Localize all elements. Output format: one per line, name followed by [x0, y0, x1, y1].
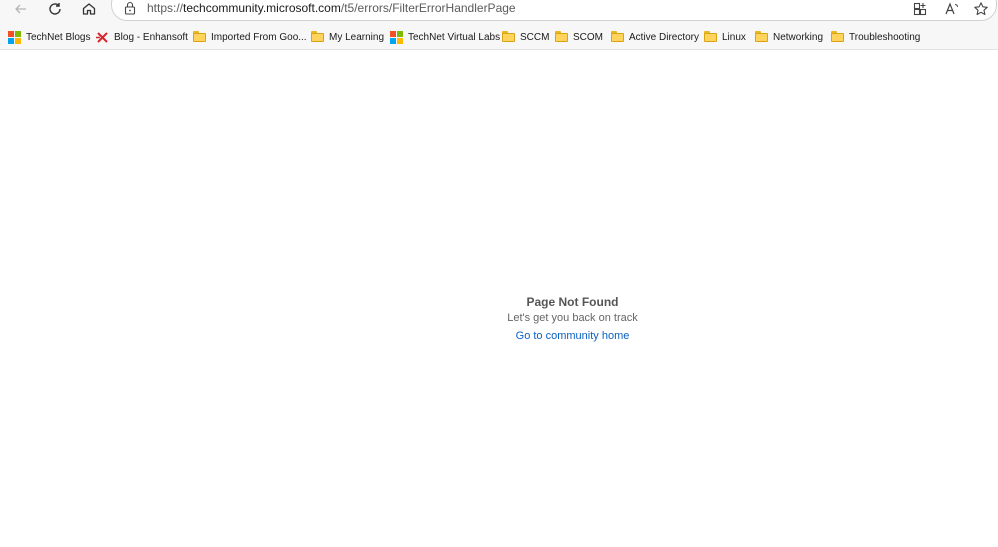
lock-icon[interactable] — [124, 1, 136, 15]
browser-toolbar: https://techcommunity.microsoft.com/t5/e… — [0, 0, 998, 22]
favorite-troubleshooting[interactable]: Troubleshooting — [831, 29, 920, 45]
read-aloud-icon[interactable] — [944, 1, 960, 17]
favorite-blog-enhansoft[interactable]: Blog - Enhansoft — [96, 29, 188, 45]
favorite-imported-from-google[interactable]: Imported From Goo... — [193, 29, 307, 45]
url-path: /t5/errors/FilterErrorHandlerPage — [340, 1, 516, 15]
refresh-icon — [49, 3, 61, 15]
favorite-label: My Learning — [329, 31, 385, 43]
favorite-active-directory[interactable]: Active Directory — [611, 29, 699, 45]
favorite-technet-blogs[interactable]: TechNet Blogs — [8, 29, 90, 45]
folder-icon — [502, 30, 515, 44]
favorites-bar: TechNet Blogs Blog - Enhansoft Imported … — [0, 22, 998, 50]
url-domain: techcommunity.microsoft.com — [183, 1, 341, 15]
home-icon — [82, 3, 96, 15]
url-prefix: https:// — [147, 1, 184, 15]
folder-icon — [193, 30, 206, 44]
favorite-my-learning[interactable]: My Learning — [311, 29, 384, 45]
community-home-link[interactable]: Go to community home — [516, 328, 630, 344]
app-available-icon[interactable] — [912, 1, 928, 17]
folder-icon — [311, 30, 324, 44]
folder-icon — [755, 30, 768, 44]
microsoft-logo-icon — [390, 30, 403, 44]
favorite-scom[interactable]: SCOM — [555, 29, 603, 45]
microsoft-logo-icon — [8, 30, 21, 44]
error-subtitle: Let's get you back on track — [507, 312, 638, 324]
folder-icon — [704, 30, 717, 44]
home-button[interactable] — [78, 0, 100, 18]
folder-icon — [831, 30, 844, 44]
refresh-button[interactable] — [44, 0, 66, 18]
folder-icon — [611, 30, 624, 44]
favorite-label: Linux — [722, 31, 746, 43]
page-content: Page Not Found Let's get you back on tra… — [0, 51, 998, 547]
favorite-label: Networking — [773, 31, 824, 43]
favorite-sccm[interactable]: SCCM — [502, 29, 549, 45]
error-title: Page Not Found — [526, 295, 619, 309]
folder-icon — [555, 30, 568, 44]
favorite-linux[interactable]: Linux — [704, 29, 746, 45]
favorite-label: TechNet Blogs — [26, 31, 91, 43]
favorite-label: Troubleshooting — [849, 31, 921, 43]
favorite-star-icon[interactable] — [973, 1, 989, 17]
favorite-label: Blog - Enhansoft — [114, 31, 188, 43]
url-text[interactable]: https://techcommunity.microsoft.com/t5/e… — [147, 1, 516, 15]
favorite-label: SCCM — [520, 31, 550, 43]
enhansoft-icon — [96, 31, 108, 43]
favorite-label: Imported From Goo... — [211, 31, 307, 43]
favorite-label: Active Directory — [629, 31, 700, 43]
back-button[interactable] — [10, 0, 32, 18]
favorite-technet-virtual-labs[interactable]: TechNet Virtual Labs — [390, 29, 500, 45]
back-arrow-icon — [15, 4, 26, 14]
favorite-label: TechNet Virtual Labs — [408, 31, 501, 43]
error-message: Page Not Found Let's get you back on tra… — [0, 294, 998, 344]
favorite-label: SCOM — [573, 31, 603, 43]
favorite-networking[interactable]: Networking — [755, 29, 823, 45]
